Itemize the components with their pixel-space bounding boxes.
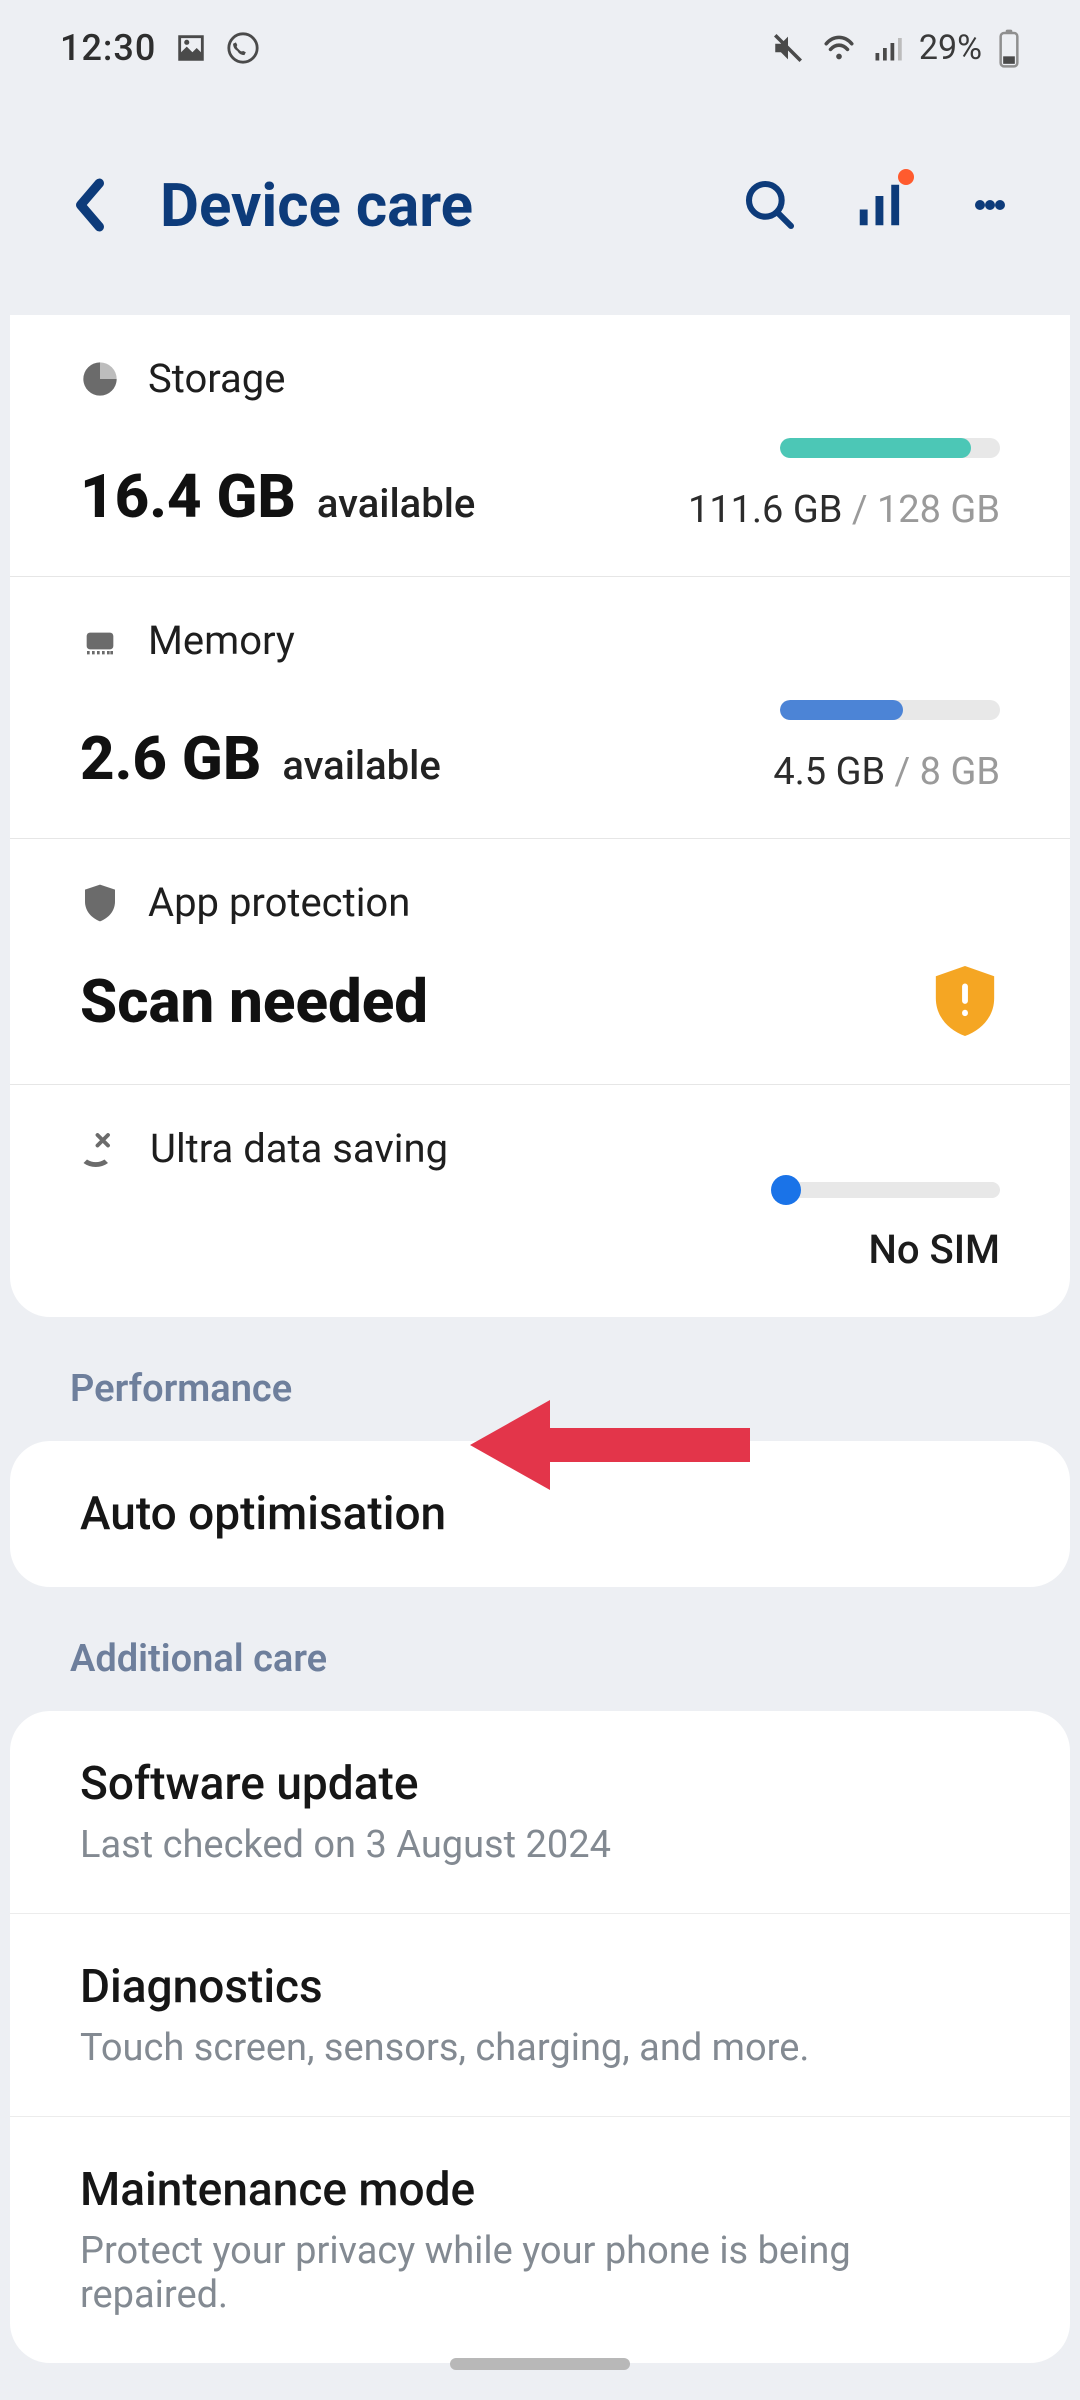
device-status-card: Storage 16.4 GB available 111.6 GB / 128… — [10, 315, 1070, 1317]
memory-progress — [780, 700, 1000, 720]
shield-icon — [80, 881, 120, 925]
section-additional-header: Additional care — [0, 1587, 1080, 1711]
uds-slider — [780, 1182, 1000, 1198]
page-title: Device care — [160, 170, 700, 241]
more-menu-button[interactable] — [960, 175, 1020, 235]
memory-usage: 4.5 GB / 8 GB — [773, 750, 1000, 794]
memory-label: Memory — [148, 617, 295, 664]
ultra-data-saving-label: Ultra data saving — [150, 1125, 448, 1172]
app-protection-row[interactable]: App protection Scan needed — [10, 839, 1070, 1085]
diagnostics-row[interactable]: Diagnostics Touch screen, sensors, charg… — [10, 1914, 1070, 2117]
software-update-title: Software update — [80, 1757, 1000, 1811]
appbar: Device care — [0, 95, 1080, 315]
additional-care-card: Software update Last checked on 3 August… — [10, 1711, 1070, 2363]
status-time: 12:30 — [60, 27, 156, 69]
status-battery-pct: 29% — [919, 28, 982, 68]
mute-icon — [771, 31, 805, 65]
auto-optimisation-label: Auto optimisation — [80, 1487, 1000, 1541]
maintenance-title: Maintenance mode — [80, 2163, 1000, 2217]
section-performance-header: Performance — [0, 1317, 1080, 1441]
picture-icon — [174, 31, 208, 65]
app-protection-label: App protection — [148, 879, 410, 926]
search-icon — [742, 177, 798, 233]
ultra-data-saving-row[interactable]: Ultra data saving No SIM — [10, 1085, 1070, 1317]
data-saving-icon — [80, 1128, 122, 1170]
notification-dot — [898, 169, 914, 185]
storage-progress — [780, 438, 1000, 458]
statusbar: 12:30 29% — [0, 0, 1080, 95]
diagnostics-sub: Touch screen, sensors, charging, and mor… — [80, 2026, 1000, 2070]
warning-shield-icon — [930, 962, 1000, 1040]
storage-label: Storage — [148, 355, 285, 402]
search-button[interactable] — [740, 175, 800, 235]
storage-icon — [80, 359, 120, 399]
whatsapp-icon — [226, 31, 260, 65]
software-update-row[interactable]: Software update Last checked on 3 August… — [10, 1711, 1070, 1914]
memory-available: 2.6 GB available — [80, 723, 441, 794]
memory-icon — [80, 621, 120, 661]
app-protection-status: Scan needed — [80, 966, 428, 1037]
gesture-nav-handle[interactable] — [450, 2358, 630, 2370]
bar-chart-icon — [853, 178, 907, 232]
storage-row[interactable]: Storage 16.4 GB available 111.6 GB / 128… — [10, 315, 1070, 577]
battery-icon — [998, 28, 1020, 68]
maintenance-mode-row[interactable]: Maintenance mode Protect your privacy wh… — [10, 2117, 1070, 2363]
diagnostics-title: Diagnostics — [80, 1960, 1000, 2014]
usage-graph-button[interactable] — [850, 175, 910, 235]
back-button[interactable] — [60, 175, 120, 235]
performance-card: Auto optimisation — [10, 1441, 1070, 1587]
software-update-sub: Last checked on 3 August 2024 — [80, 1823, 1000, 1867]
auto-optimisation-row[interactable]: Auto optimisation — [10, 1441, 1070, 1587]
uds-status: No SIM — [868, 1226, 1000, 1273]
maintenance-sub: Protect your privacy while your phone is… — [80, 2229, 1000, 2317]
storage-available: 16.4 GB available — [80, 461, 475, 532]
storage-usage: 111.6 GB / 128 GB — [688, 488, 1000, 532]
wifi-icon — [821, 31, 857, 65]
signal-icon — [873, 31, 903, 65]
memory-row[interactable]: Memory 2.6 GB available 4.5 GB / 8 GB — [10, 577, 1070, 839]
